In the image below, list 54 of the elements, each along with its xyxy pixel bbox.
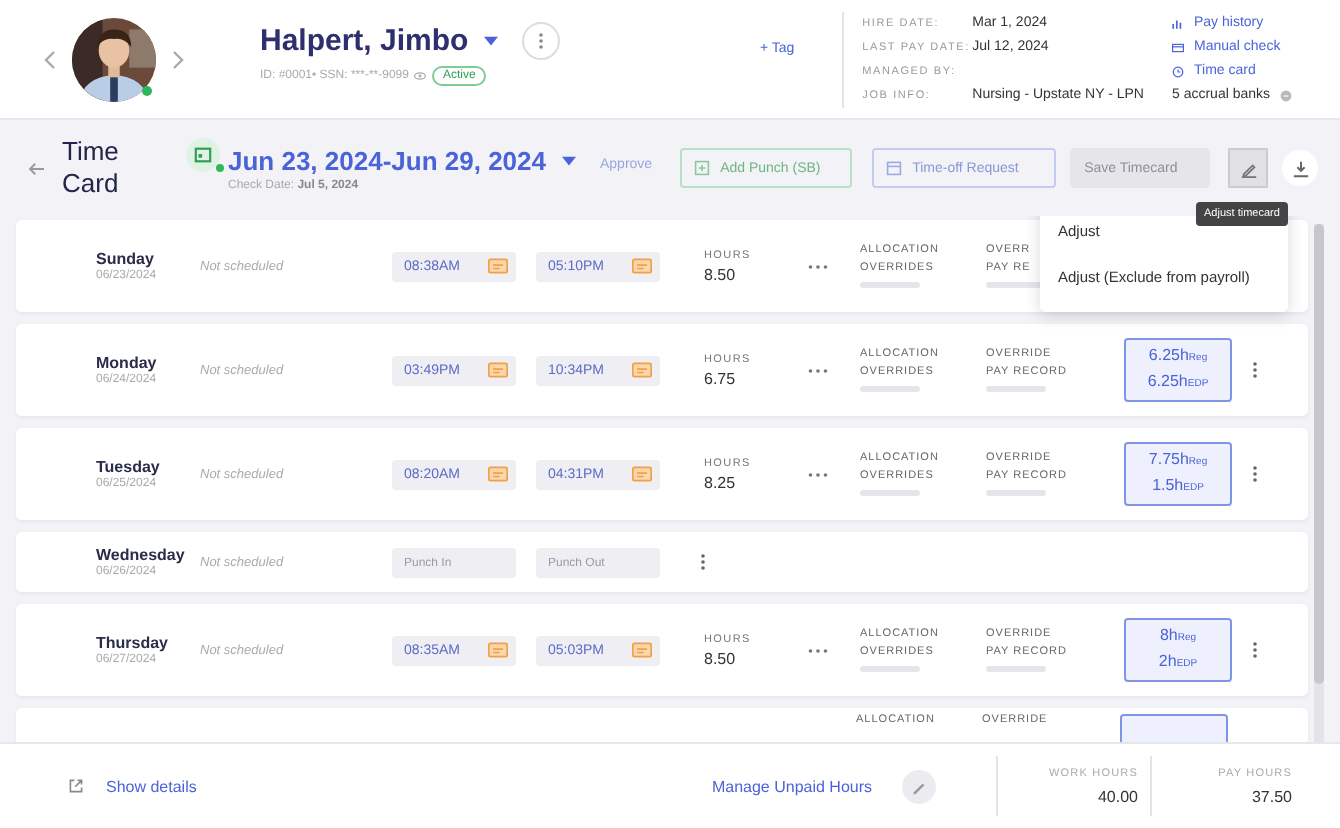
card-icon [488, 362, 508, 378]
back-icon[interactable] [28, 161, 46, 175]
scrollbar[interactable] [1314, 224, 1324, 742]
external-link-icon[interactable] [68, 778, 84, 794]
download-icon [1291, 159, 1310, 177]
previous-icon[interactable] [44, 49, 56, 69]
more-icon[interactable] [1252, 360, 1258, 380]
pencil-icon [910, 777, 928, 795]
more-icon[interactable] [808, 263, 828, 269]
caret-icon[interactable] [484, 35, 499, 45]
more-icon[interactable] [808, 471, 828, 477]
calendar-icon [886, 160, 903, 176]
next-icon[interactable] [172, 49, 184, 69]
eye-icon[interactable] [414, 71, 427, 79]
hours-value: 6.75 [704, 369, 738, 387]
card-icon [488, 258, 508, 274]
day-name: Tuesday [96, 458, 162, 476]
card-icon [488, 642, 508, 658]
edit-button[interactable] [1228, 148, 1269, 188]
more-icon [538, 31, 545, 49]
calendar-icon [194, 145, 212, 163]
page-title: Time Card [62, 136, 121, 200]
card-icon [632, 362, 652, 378]
plus-square-icon [694, 160, 711, 176]
pencil-icon [1239, 159, 1258, 177]
day-name: Sunday [96, 250, 156, 268]
more-icon[interactable] [1252, 464, 1258, 484]
card-icon [632, 466, 652, 482]
hours-value: 8.50 [704, 265, 738, 283]
more-icon[interactable] [808, 367, 828, 373]
edit-button[interactable] [902, 769, 936, 803]
chart-icon [1172, 17, 1184, 29]
total-value: 40.00 [1097, 787, 1138, 805]
more-icon[interactable] [808, 647, 828, 653]
show-details-link[interactable]: Show details [106, 777, 197, 795]
card-icon [632, 258, 652, 274]
caret-icon[interactable] [561, 155, 576, 165]
more-icon[interactable] [700, 552, 706, 572]
day-name: Wednesday [96, 546, 187, 564]
day-name: Thursday [96, 634, 171, 652]
card-icon [1172, 41, 1184, 53]
employee-name: Halpert, Jimbo [260, 23, 469, 57]
hours-value: 8.25 [704, 473, 738, 491]
date-range[interactable]: Jun 23, 2024-Jun 29, 2024 [228, 145, 546, 175]
calendar-button[interactable] [186, 137, 220, 171]
total-value: 37.50 [1251, 787, 1292, 805]
hours-value: 8.50 [704, 649, 738, 667]
card-icon [488, 466, 508, 482]
card-icon [632, 642, 652, 658]
manage-unpaid-hours-link[interactable]: Manage Unpaid Hours [711, 777, 872, 795]
download-button[interactable] [1282, 150, 1319, 186]
clock-icon [1172, 65, 1184, 77]
more-icon[interactable] [1252, 640, 1258, 660]
day-name: Monday [96, 354, 159, 372]
